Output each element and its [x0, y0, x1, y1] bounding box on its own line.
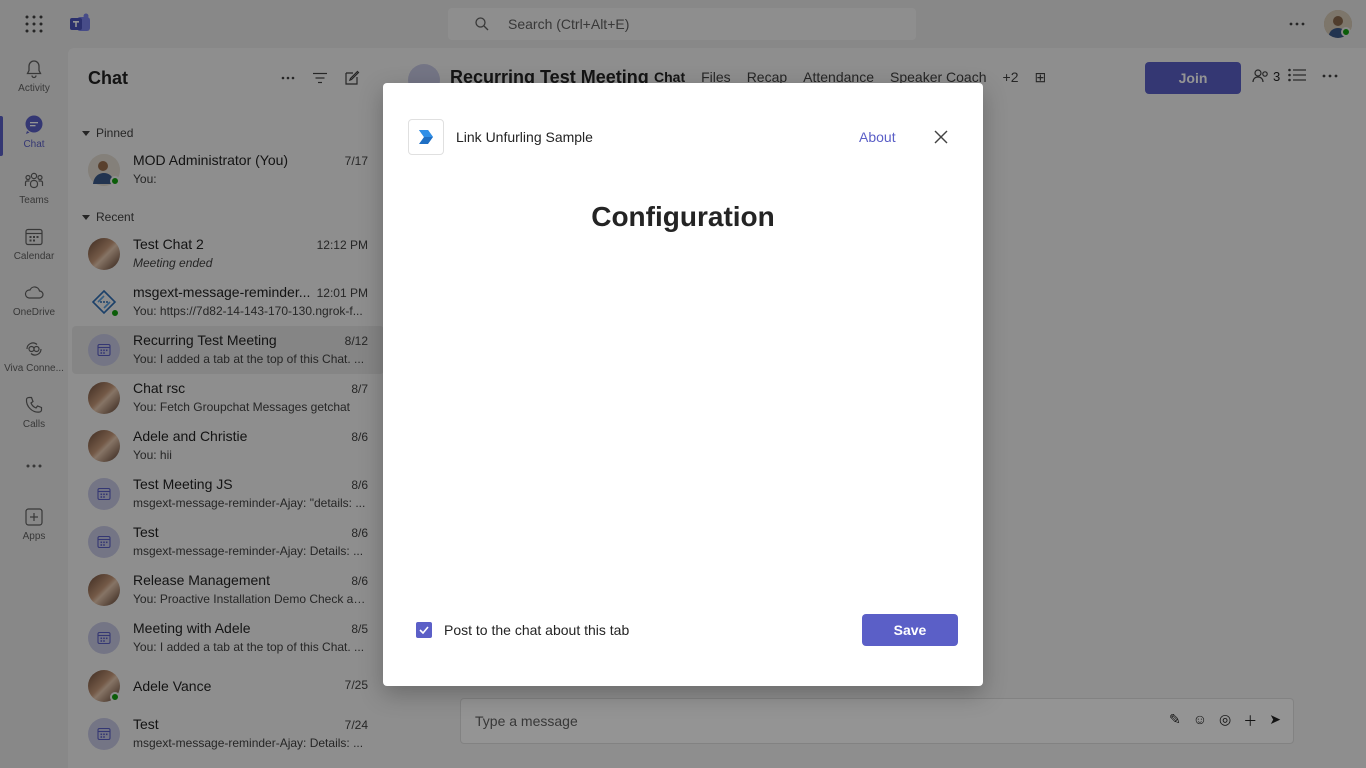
save-button[interactable]: Save	[862, 614, 958, 646]
tab-configuration-dialog: Link Unfurling Sample About Configuratio…	[383, 83, 983, 686]
checkmark-icon	[419, 626, 429, 634]
configuration-heading: Configuration	[591, 201, 775, 232]
close-icon	[934, 130, 948, 144]
close-button[interactable]	[931, 127, 951, 147]
link-unfurling-app-icon	[419, 130, 433, 144]
about-link[interactable]: About	[859, 129, 896, 145]
post-to-chat-checkbox[interactable]	[416, 622, 432, 638]
app-icon	[408, 119, 444, 155]
checkbox-label: Post to the chat about this tab	[444, 622, 630, 638]
app-name: Link Unfurling Sample	[456, 129, 593, 145]
